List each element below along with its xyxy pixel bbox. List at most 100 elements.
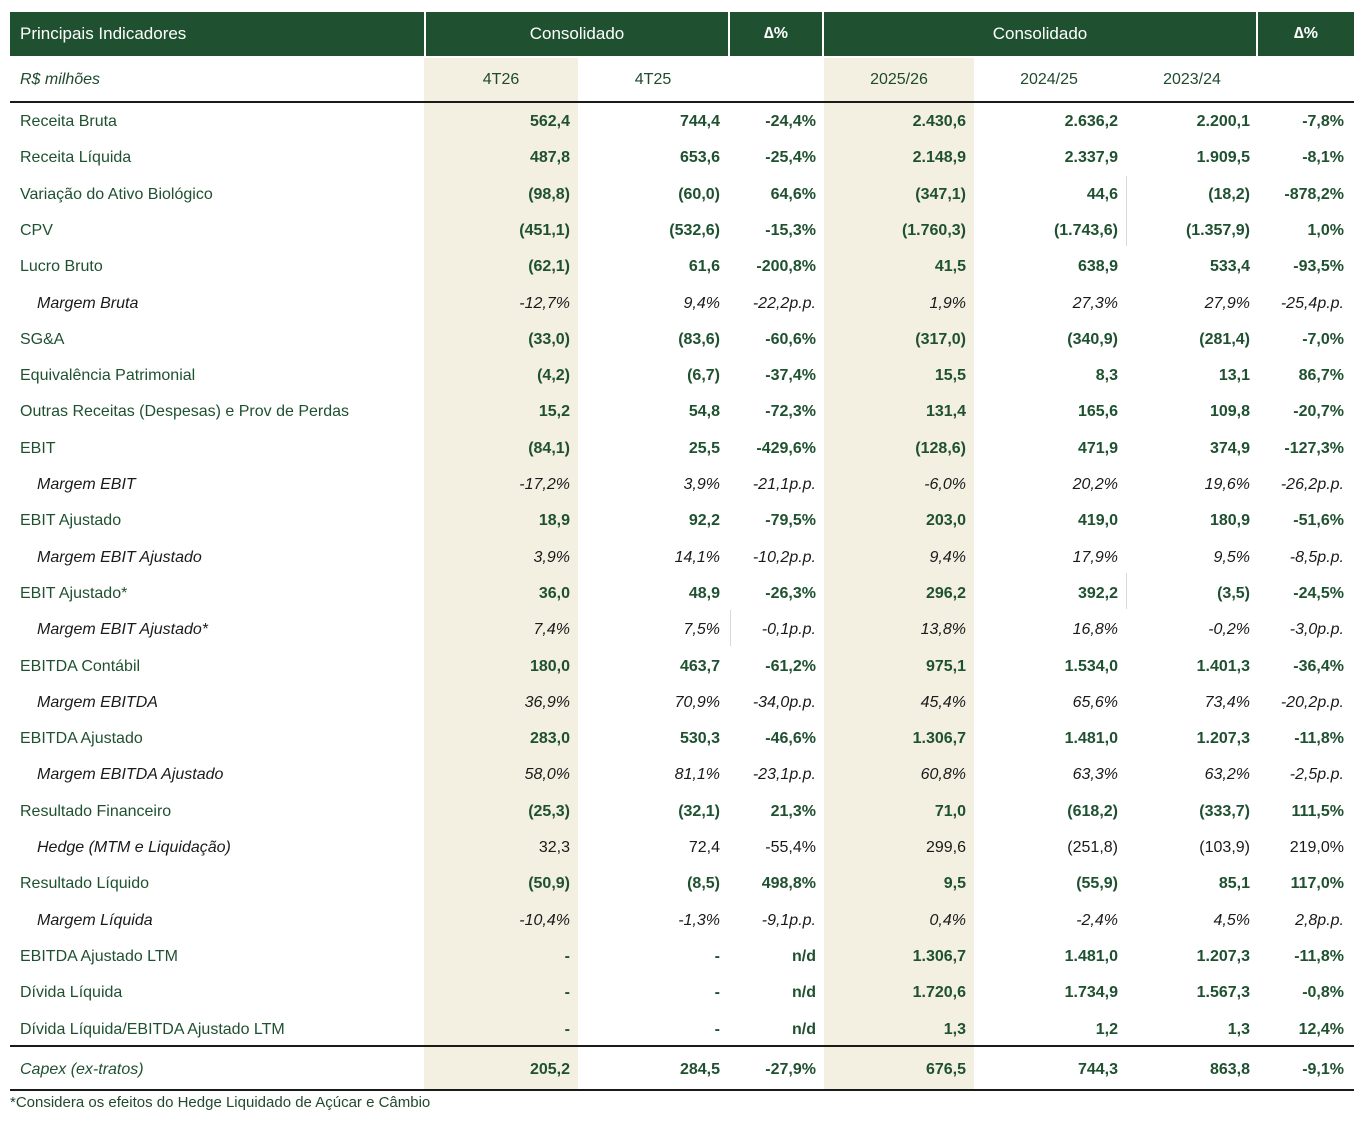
row-label: EBIT Ajustado bbox=[20, 512, 122, 530]
val-delta-year: -36,4% bbox=[1293, 657, 1344, 675]
val-y-prior: 44,6 bbox=[1086, 185, 1118, 203]
val-q-prior: 530,3 bbox=[679, 730, 720, 748]
val-q-prior: 54,8 bbox=[688, 403, 720, 421]
val-y-prior2: 73,4% bbox=[1204, 693, 1250, 711]
row-label: Margem EBIT Ajustado* bbox=[37, 621, 209, 639]
row-label: Resultado Líquido bbox=[20, 875, 149, 893]
val-q-current: (50,9) bbox=[528, 875, 570, 893]
val-q-prior: 48,9 bbox=[688, 584, 720, 602]
val-q-current: -12,7% bbox=[519, 294, 570, 312]
val-y-current: (347,1) bbox=[915, 185, 966, 203]
row-label: Margem Líquida bbox=[37, 911, 153, 929]
val-y-current: (128,6) bbox=[915, 439, 966, 457]
divider bbox=[1126, 176, 1127, 246]
val-y-prior2: 1,3 bbox=[1227, 1020, 1250, 1038]
val-delta-year: -25,4p.p. bbox=[1280, 294, 1344, 312]
table-row: Resultado Financeiro (25,3) (32,1) 21,3% 71,… bbox=[10, 794, 1354, 830]
row-label: Receita Líquida bbox=[20, 149, 132, 167]
val-delta-quarter: -15,3% bbox=[765, 221, 816, 239]
table-header: Principais Indicadores Consolidado ∆% Co… bbox=[10, 12, 1354, 56]
val-y-prior: 419,0 bbox=[1077, 512, 1118, 530]
val-q-current: (451,1) bbox=[519, 221, 570, 239]
val-y-current: 203,0 bbox=[925, 512, 966, 530]
val-delta-quarter: 21,3% bbox=[770, 802, 816, 820]
table-row: EBITDA Ajustado LTM - - n/d 1.306,7 1.481,0 1.… bbox=[10, 939, 1354, 975]
val-y-prior: 16,8% bbox=[1072, 621, 1118, 639]
val-delta-year: -8,1% bbox=[1302, 149, 1344, 167]
val-q-current: 487,8 bbox=[529, 149, 570, 167]
val-delta-quarter: n/d bbox=[792, 947, 816, 965]
val-y-prior2: (281,4) bbox=[1199, 330, 1250, 348]
row-label: Variação do Ativo Biológico bbox=[20, 185, 213, 203]
row-label: CPV bbox=[20, 221, 53, 239]
val-y-prior: (55,9) bbox=[1076, 875, 1118, 893]
val-delta-quarter: -429,6% bbox=[756, 439, 816, 457]
val-q-prior: 81,1% bbox=[674, 766, 720, 784]
val-delta-year: -11,8% bbox=[1294, 730, 1344, 748]
table-row: EBIT Ajustado* 36,0 48,9 -26,3% 296,2 392,2 (3… bbox=[10, 576, 1354, 612]
val-y-prior2: 4,5% bbox=[1213, 911, 1250, 929]
val-y-prior: 1,2 bbox=[1095, 1020, 1118, 1038]
val-y-current: 1.720,6 bbox=[912, 984, 966, 1002]
val-q-current: (25,3) bbox=[528, 802, 570, 820]
val-y-current: -6,0% bbox=[924, 476, 966, 493]
val-y-prior: 27,3% bbox=[1072, 294, 1118, 312]
val-delta-quarter: 64,6% bbox=[770, 185, 816, 203]
val-delta-quarter: -60,6% bbox=[765, 330, 816, 348]
val-delta-quarter: n/d bbox=[792, 984, 816, 1002]
val-q-current: 7,4% bbox=[533, 621, 570, 639]
row-label: Margem EBIT bbox=[37, 476, 136, 493]
val-delta-year: 219,0% bbox=[1289, 839, 1344, 856]
val-y-prior2: (1.357,9) bbox=[1185, 221, 1250, 239]
val-y-prior2: 1.207,3 bbox=[1196, 947, 1250, 965]
val-delta-year: -7,8% bbox=[1302, 113, 1344, 130]
val-y-prior: 1.481,0 bbox=[1064, 730, 1118, 748]
val-y-prior: (251,8) bbox=[1067, 839, 1118, 856]
val-q-prior: 70,9% bbox=[674, 693, 720, 711]
val-y-prior2: 2.200,1 bbox=[1196, 113, 1250, 130]
val-y-prior2: 533,4 bbox=[1209, 258, 1250, 276]
table-row: Receita Líquida 487,8 653,6 -25,4% 2.148,9 2.… bbox=[10, 140, 1354, 176]
val-y-current: 45,4% bbox=[920, 693, 966, 711]
val-y-prior2: 9,5% bbox=[1213, 548, 1250, 566]
row-label: Dívida Líquida/EBITDA Ajustado LTM bbox=[20, 1020, 285, 1038]
table-row: Margem EBITDA 36,9% 70,9% -34,0p.p. 45,4% 65,… bbox=[10, 685, 1354, 721]
val-delta-year: 117,0% bbox=[1290, 875, 1344, 893]
val-y-prior: 744,3 bbox=[1077, 1061, 1118, 1078]
val-y-current: 60,8% bbox=[920, 766, 966, 784]
val-y-prior2: 13,1 bbox=[1218, 367, 1250, 385]
val-delta-year: 111,5% bbox=[1291, 802, 1345, 820]
val-delta-quarter: -55,4% bbox=[765, 839, 816, 856]
divider bbox=[730, 610, 731, 646]
val-delta-quarter: -24,4% bbox=[765, 113, 816, 130]
capex-row: Capex (ex-tratos) 205,2 284,5 -27,9% 676,5 7… bbox=[10, 1050, 1354, 1090]
val-q-prior: (32,1) bbox=[678, 802, 720, 820]
val-y-current: (1.760,3) bbox=[901, 221, 966, 239]
table-row: EBIT (84,1) 25,5 -429,6% (128,6) 471,9 374,9 -1… bbox=[10, 431, 1354, 467]
val-q-current: - bbox=[564, 984, 570, 1002]
val-y-current: 71,0 bbox=[934, 802, 966, 820]
row-label: Margem EBIT Ajustado bbox=[37, 548, 202, 566]
val-q-current: (33,0) bbox=[528, 330, 570, 348]
val-delta-quarter: -22,2p.p. bbox=[752, 294, 816, 312]
row-label: Resultado Financeiro bbox=[20, 802, 172, 820]
val-y-prior2: 1.401,3 bbox=[1196, 657, 1250, 675]
val-q-current: 15,2 bbox=[538, 403, 570, 421]
val-y-current: 41,5 bbox=[934, 258, 966, 276]
val-y-prior: 8,3 bbox=[1095, 367, 1118, 385]
val-y-current: 9,5 bbox=[943, 875, 966, 893]
table-row: CPV (451,1) (532,6) -15,3% (1.760,3) (1.743,6… bbox=[10, 213, 1354, 249]
table-row: Receita Bruta 562,4 744,4 -24,4% 2.430,6 2.63… bbox=[10, 104, 1354, 140]
val-delta-quarter: -9,1p.p. bbox=[761, 911, 816, 929]
val-y-prior: 638,9 bbox=[1077, 258, 1118, 276]
val-y-prior: 392,2 bbox=[1077, 584, 1118, 602]
val-delta-year: -878,2% bbox=[1284, 185, 1344, 203]
val-q-current: 283,0 bbox=[529, 730, 570, 748]
unit-label: R$ milhões bbox=[20, 71, 101, 88]
val-delta-year: 12,4% bbox=[1298, 1020, 1344, 1038]
row-label: EBITDA Ajustado LTM bbox=[20, 947, 178, 965]
row-label: Outras Receitas (Despesas) e Prov de Per… bbox=[20, 403, 350, 421]
val-y-prior2: 109,8 bbox=[1209, 403, 1250, 421]
val-delta-year: -93,5% bbox=[1293, 258, 1344, 276]
row-label: Receita Bruta bbox=[20, 113, 117, 130]
